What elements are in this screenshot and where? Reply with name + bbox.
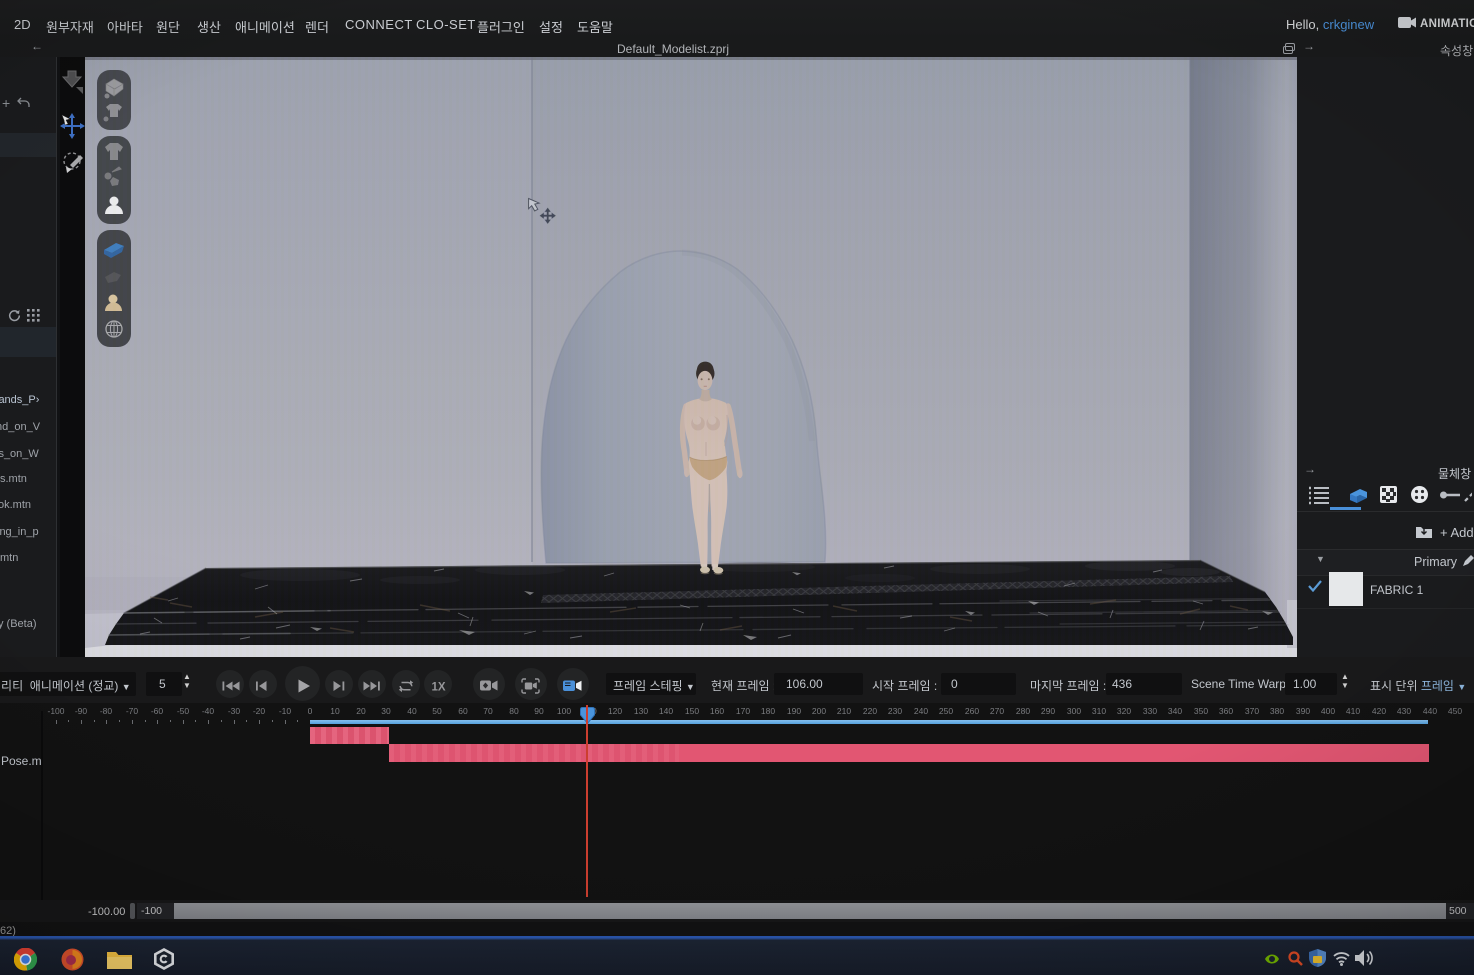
svg-text:1X: 1X — [432, 682, 446, 694]
